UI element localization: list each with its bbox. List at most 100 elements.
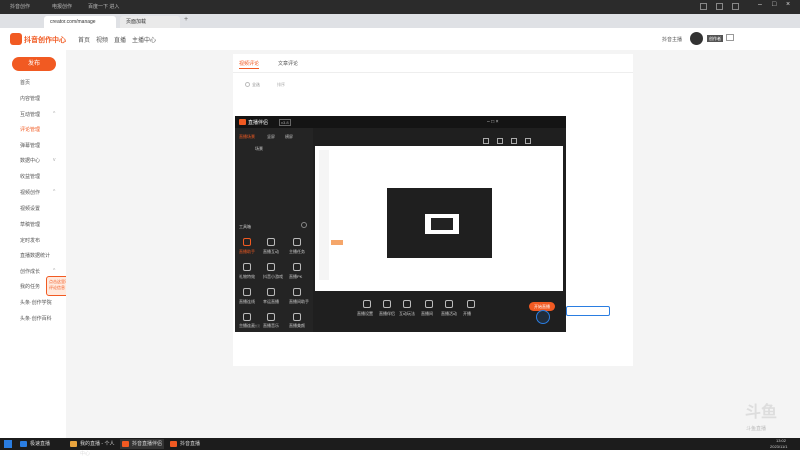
user-name[interactable]: 抖音主播 bbox=[662, 36, 682, 43]
taskbar-label: 极速直播 bbox=[30, 441, 51, 447]
tool-label: 直播音乐 bbox=[263, 323, 279, 328]
sidebar-item[interactable]: 首页 bbox=[20, 79, 30, 86]
tool-icon[interactable] bbox=[293, 313, 301, 321]
message-icon[interactable] bbox=[726, 34, 734, 41]
watermark-logo: 斗鱼 bbox=[745, 404, 778, 421]
sidebar-item[interactable]: 头条·创作学院 bbox=[20, 299, 52, 306]
app-tab-vertical[interactable]: 竖屏 bbox=[267, 134, 275, 140]
click-indicator bbox=[536, 310, 550, 324]
tool-label: 主播任务 bbox=[289, 249, 305, 254]
tool-icon[interactable] bbox=[293, 238, 301, 246]
tool-icon[interactable] bbox=[243, 263, 251, 271]
bottom-tool-icon[interactable] bbox=[403, 300, 411, 308]
title-bar: 抖音创作 电报创作 百度一下 进入 – □ × bbox=[0, 0, 800, 14]
tool-icon[interactable] bbox=[293, 263, 301, 271]
app-tab-scene[interactable]: 直播场景 bbox=[239, 134, 255, 140]
app-tab-horizontal[interactable]: 横屏 bbox=[285, 134, 293, 140]
bottom-tool-label: 直播伴侣 bbox=[379, 311, 395, 316]
tool-label: 礼物特效 bbox=[239, 274, 255, 279]
sidebar-item[interactable]: 定时发布 bbox=[20, 237, 40, 244]
message-icon[interactable] bbox=[525, 138, 531, 144]
share-icon[interactable] bbox=[483, 138, 489, 144]
chrome-icon bbox=[70, 441, 77, 447]
active-tab-underline bbox=[239, 68, 259, 69]
stats-icon[interactable] bbox=[511, 138, 517, 144]
avatar[interactable] bbox=[690, 32, 703, 45]
browser-tab[interactable]: creator.com/manage bbox=[44, 16, 116, 28]
bottom-tool-icon[interactable] bbox=[363, 300, 371, 308]
browser-tab-bar: creator.com/manage 页面加载 + bbox=[0, 14, 800, 28]
close-icon[interactable]: × bbox=[786, 1, 790, 8]
watermark-text: 斗鱼直播 bbox=[746, 426, 767, 432]
clock-date[interactable]: 2023/11/1 bbox=[770, 444, 788, 449]
publish-button[interactable]: 发布 bbox=[12, 57, 56, 71]
tool-icon[interactable] bbox=[243, 313, 251, 321]
tool-label: 直播美颜 bbox=[289, 323, 305, 328]
start-icon[interactable] bbox=[4, 440, 12, 448]
extension-icon[interactable] bbox=[700, 3, 707, 10]
tool-icon[interactable] bbox=[267, 263, 275, 271]
nav-anchor-center[interactable]: 主播中心 bbox=[132, 35, 156, 44]
tool-icon[interactable] bbox=[243, 238, 251, 246]
taskbar-item[interactable]: 抖音直播 bbox=[168, 439, 212, 449]
top-left-text: 抖音创作 bbox=[10, 4, 31, 10]
nav-video[interactable]: 视频 bbox=[96, 35, 108, 44]
site-logo[interactable]: 抖音创作中心 bbox=[24, 35, 66, 45]
browser-tab[interactable]: 页面加载 bbox=[120, 16, 180, 28]
sidebar-item[interactable]: 数据中心 bbox=[20, 157, 40, 164]
app-icon bbox=[122, 441, 129, 447]
tool-icon[interactable] bbox=[267, 313, 275, 321]
select-all-checkbox[interactable] bbox=[245, 82, 250, 87]
taskbar-item[interactable]: 极速直播 bbox=[18, 439, 64, 449]
sidebar-item[interactable]: 内容管理 bbox=[20, 95, 40, 102]
tab-article-comments[interactable]: 文章评论 bbox=[278, 60, 298, 67]
sidebar-item[interactable]: 我的任务 bbox=[20, 283, 40, 290]
sort-label[interactable]: 排序 bbox=[277, 82, 285, 88]
sidebar-item[interactable]: 弹幕管理 bbox=[20, 142, 40, 149]
tab-video-comments[interactable]: 视频评论 bbox=[239, 60, 259, 67]
taskbar-label: 我的直播 - 个人中心 bbox=[80, 441, 115, 457]
bottom-tool-icon[interactable] bbox=[425, 300, 433, 308]
sidebar: 发布 首页 内容管理 互动管理 ^ 评论管理 弹幕管理 数据中心 v 收益管理 … bbox=[0, 50, 98, 438]
tool-icon[interactable] bbox=[293, 288, 301, 296]
publish-button-label: 发布 bbox=[27, 61, 40, 67]
chevron-down-icon: v bbox=[53, 157, 56, 163]
logo-icon bbox=[10, 33, 22, 45]
sidebar-item[interactable]: 收益管理 bbox=[20, 173, 40, 180]
bookmark-link[interactable]: 百度一下 进入 bbox=[88, 3, 119, 10]
sidebar-item[interactable]: 互动管理 bbox=[20, 111, 40, 118]
tool-icon[interactable] bbox=[243, 288, 251, 296]
nav-home[interactable]: 首页 bbox=[78, 35, 90, 44]
sidebar-item[interactable]: 头条·创作百科 bbox=[20, 315, 52, 322]
taskbar-item[interactable]: 我的直播 - 个人中心 bbox=[68, 439, 116, 457]
preview-sidebar bbox=[319, 150, 329, 280]
settings-icon[interactable] bbox=[497, 138, 503, 144]
bottom-tool-icon[interactable] bbox=[445, 300, 453, 308]
tool-label: 抖音小游戏 bbox=[263, 274, 283, 279]
tools-settings-icon[interactable] bbox=[301, 222, 307, 228]
nav-live[interactable]: 直播 bbox=[114, 35, 126, 44]
extension-icon[interactable] bbox=[732, 3, 739, 10]
minimize-icon[interactable]: – bbox=[758, 1, 762, 8]
sidebar-item[interactable]: 视频创作 bbox=[20, 189, 40, 196]
app-window-controls[interactable]: – □ × bbox=[487, 119, 499, 125]
sidebar-item[interactable]: 创作成长 bbox=[20, 268, 40, 275]
sidebar-item[interactable]: 草稿管理 bbox=[20, 221, 40, 228]
tool-icon[interactable] bbox=[267, 238, 275, 246]
extension-icon[interactable] bbox=[716, 3, 723, 10]
sidebar-item[interactable]: 直播数据统计 bbox=[20, 252, 50, 259]
tool-label: 直播间助手 bbox=[289, 299, 309, 304]
new-tab-icon[interactable]: + bbox=[184, 16, 188, 23]
tool-icon[interactable] bbox=[267, 288, 275, 296]
creator-badge: 创作者 bbox=[707, 35, 723, 42]
bottom-tool-icon[interactable] bbox=[383, 300, 391, 308]
clock-time[interactable]: 13:02 bbox=[776, 438, 786, 443]
chevron-up-icon: ^ bbox=[53, 268, 56, 274]
app-icon bbox=[170, 441, 177, 447]
taskbar-item[interactable]: 抖音直播伴侣 bbox=[120, 439, 164, 449]
bottom-tool-icon[interactable] bbox=[467, 300, 475, 308]
tool-label: 幸运直播 bbox=[263, 299, 279, 304]
sidebar-item-active[interactable]: 评论管理 bbox=[20, 126, 40, 133]
maximize-icon[interactable]: □ bbox=[772, 1, 776, 8]
sidebar-item[interactable]: 视频设置 bbox=[20, 205, 40, 212]
